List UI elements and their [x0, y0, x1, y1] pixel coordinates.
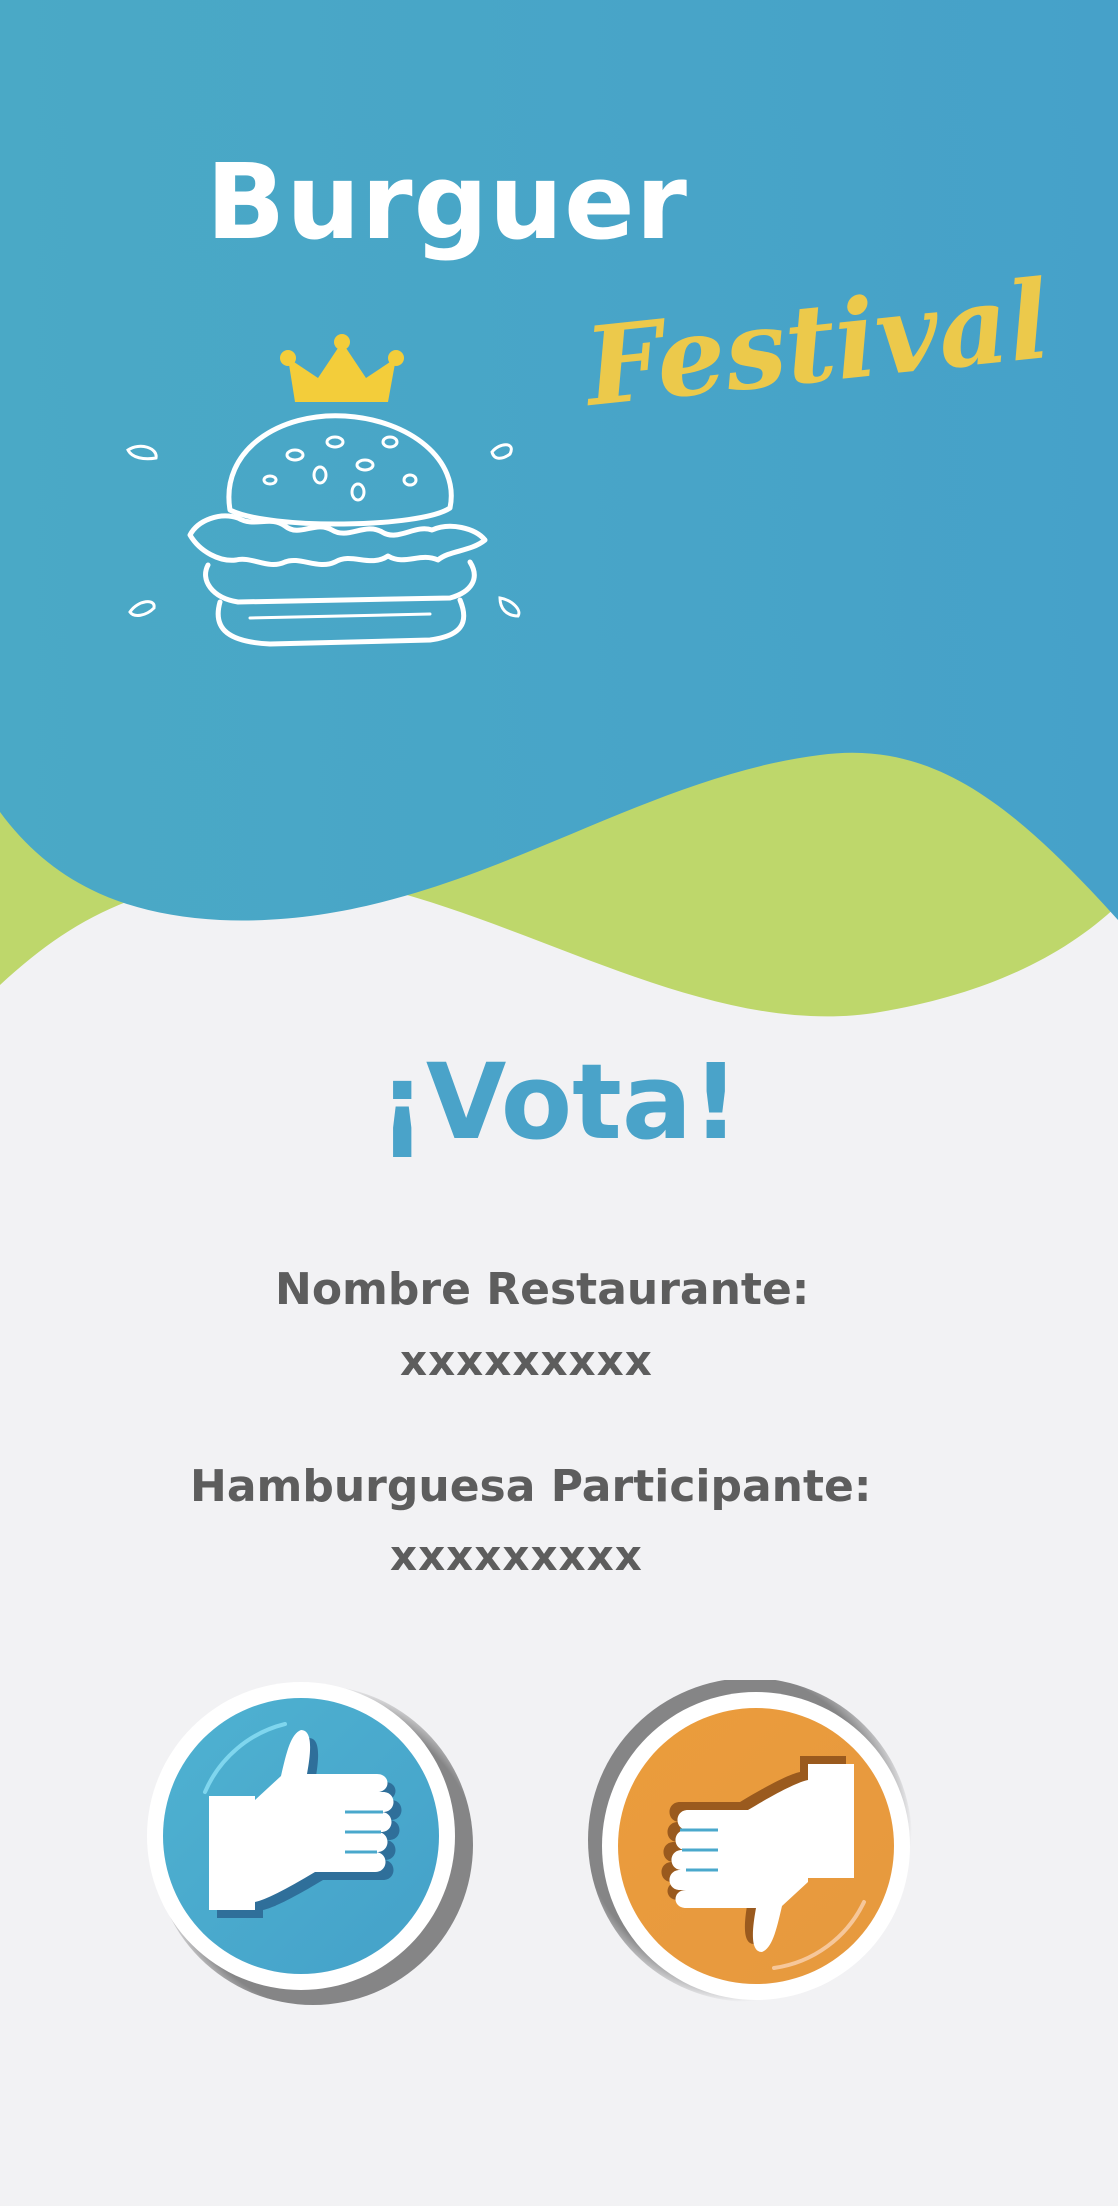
- vote-heading: ¡Vota!: [378, 1041, 740, 1163]
- thumbs-up-icon: [147, 1682, 473, 2005]
- vote-dislike-button[interactable]: [588, 1680, 912, 2002]
- burger-label: Hamburguesa Participante:: [190, 1461, 872, 1512]
- restaurant-label: Nombre Restaurante:: [275, 1264, 810, 1315]
- crown-icon: [280, 334, 404, 402]
- crowned-burger-icon: [126, 334, 521, 647]
- thumbs-down-icon: [588, 1680, 912, 2002]
- vote-like-button[interactable]: [145, 1680, 473, 2005]
- burger-value: xxxxxxxxx: [390, 1531, 643, 1580]
- restaurant-value: xxxxxxxxx: [400, 1336, 653, 1385]
- event-title: Burguer: [206, 141, 688, 263]
